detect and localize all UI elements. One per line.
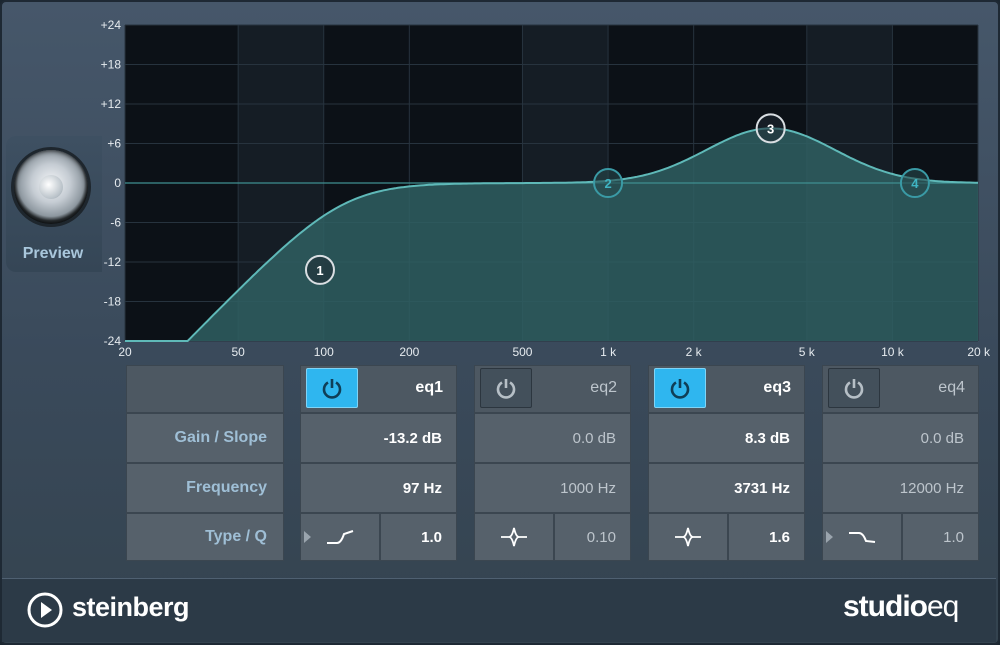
band-frequency-value[interactable]: 1000 Hz: [474, 463, 631, 513]
corner-cell: [126, 365, 284, 413]
band-type-selector[interactable]: [822, 513, 902, 561]
band-name: eq4: [938, 379, 965, 396]
x-tick-label: 5 k: [799, 345, 816, 359]
eq-node-label: 4: [911, 176, 919, 191]
power-icon: [844, 379, 864, 399]
band-q-value[interactable]: 1.0: [902, 513, 979, 561]
y-tick-label: +18: [101, 58, 122, 72]
studio-eq-brand-light: eq: [927, 590, 959, 623]
eq-node-4[interactable]: 4: [899, 168, 930, 198]
band-power-button[interactable]: [828, 368, 880, 408]
band-gain-value[interactable]: 8.3 dB: [648, 413, 805, 463]
power-icon: [322, 379, 342, 399]
x-tick-label: 1 k: [600, 345, 617, 359]
y-tick-label: -18: [104, 295, 122, 309]
x-tick-label: 100: [314, 345, 334, 359]
band-gain-value[interactable]: 0.0 dB: [474, 413, 631, 463]
band-type-selector[interactable]: [648, 513, 728, 561]
x-tick-label: 2 k: [686, 345, 703, 359]
x-tick-label: 20: [118, 345, 132, 359]
type-q-label: Type / Q: [126, 513, 284, 561]
band-frequency-value[interactable]: 97 Hz: [300, 463, 457, 513]
band-gain-value[interactable]: 0.0 dB: [822, 413, 979, 463]
low-cut-icon: [325, 528, 355, 546]
band-q-value[interactable]: 1.0: [380, 513, 457, 561]
y-tick-label: 0: [114, 176, 121, 190]
band-type-selector[interactable]: [300, 513, 380, 561]
high-cut-icon: [847, 528, 877, 546]
eq-node-1[interactable]: 1: [304, 254, 335, 285]
x-tick-label: 500: [512, 345, 532, 359]
x-axis-labels: 20 50 100 200 500 1 k 2 k 5 k 10 k 20 k: [118, 345, 991, 359]
band-power-button[interactable]: [654, 368, 706, 408]
peak-filter-icon: [499, 526, 529, 548]
band-frequency-value[interactable]: 3731 Hz: [648, 463, 805, 513]
y-tick-label: +12: [101, 97, 122, 111]
eq-node-label: 2: [604, 176, 611, 191]
band-gain-value[interactable]: -13.2 dB: [300, 413, 457, 463]
steinberg-logo-icon: [27, 592, 63, 628]
eq-graph[interactable]: +24+18+12+60-6-12-18-24 20 50 100 200 500 1 k…: [0, 0, 1000, 360]
band-name: eq2: [590, 379, 617, 396]
peak-filter-icon: [673, 526, 703, 548]
studio-eq-brand: studioeq: [843, 590, 959, 624]
gain-slope-label: Gain / Slope: [126, 413, 284, 463]
x-tick-label: 50: [231, 345, 245, 359]
y-tick-label: -6: [110, 216, 121, 230]
y-axis-labels: +24+18+12+60-6-12-18-24: [101, 18, 122, 348]
y-tick-label: -12: [104, 255, 122, 269]
eq-node-2[interactable]: 2: [593, 168, 624, 198]
steinberg-brand: steinberg: [72, 592, 190, 622]
eq-node-label: 3: [767, 121, 774, 136]
x-tick-label: 200: [399, 345, 419, 359]
y-tick-label: +6: [107, 137, 121, 151]
frequency-label: Frequency: [126, 463, 284, 513]
band-name: eq1: [415, 379, 443, 396]
expand-arrow-icon[interactable]: [826, 531, 833, 543]
band-frequency-value[interactable]: 12000 Hz: [822, 463, 979, 513]
eq-node-3[interactable]: 3: [755, 113, 786, 144]
band-power-button[interactable]: [480, 368, 532, 408]
studio-eq-brand-bold: studio: [843, 590, 928, 623]
power-icon: [670, 379, 690, 399]
band-name: eq3: [763, 379, 791, 396]
band-type-selector[interactable]: [474, 513, 554, 561]
y-tick-label: +24: [101, 18, 122, 32]
x-tick-label: 10 k: [881, 345, 905, 359]
eq-node-label: 1: [316, 263, 323, 278]
power-icon: [496, 379, 516, 399]
band-power-button[interactable]: [306, 368, 358, 408]
expand-arrow-icon[interactable]: [304, 531, 311, 543]
x-tick-label: 20 k: [967, 345, 991, 359]
band-q-value[interactable]: 1.6: [728, 513, 805, 561]
band-q-value[interactable]: 0.10: [554, 513, 631, 561]
